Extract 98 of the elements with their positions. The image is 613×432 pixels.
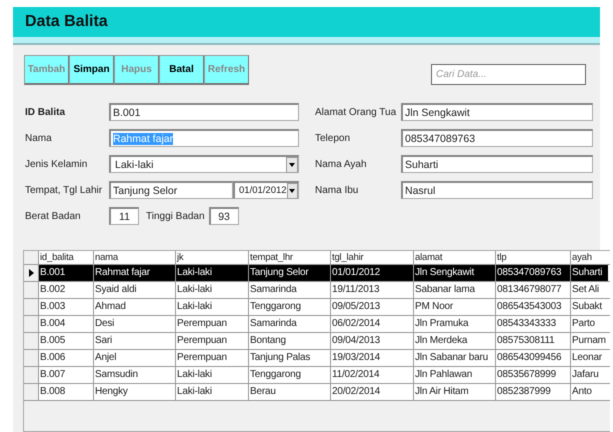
- table-cell: Perempuan: [175, 316, 248, 332]
- column-header[interactable]: ayah: [570, 251, 608, 264]
- table-cell: Set Ali: [570, 282, 608, 298]
- table-cell: Jln Sengkawit: [413, 265, 495, 281]
- table-cell: 086543543003: [495, 299, 570, 315]
- table-cell: B.001: [38, 265, 93, 281]
- field-label: ID Balita: [25, 106, 66, 118]
- table-cell: Ahmad: [93, 299, 175, 315]
- table-cell: 20/02/2014: [330, 384, 413, 400]
- table-cell: Jln Pahlawan: [413, 367, 495, 383]
- table-cell: Sari: [93, 333, 175, 349]
- table-cell: 11/02/2014: [330, 367, 413, 383]
- table-cell: B.002: [38, 282, 93, 298]
- table-cell: Desi: [93, 316, 175, 332]
- table-cell: Tenggarong: [248, 299, 330, 315]
- table-cell: 19/11/2013: [330, 282, 413, 298]
- toolbar-button[interactable]: Simpan: [69, 55, 114, 85]
- date-picker[interactable]: 01/01/2012: [233, 181, 299, 199]
- table-cell: 086543099456: [495, 350, 570, 366]
- table-cell: Hengky: [93, 384, 175, 400]
- row-selector[interactable]: [24, 265, 38, 281]
- table-cell: Anto: [570, 384, 608, 400]
- row-pointer-icon: [28, 269, 34, 277]
- field-label: Nama Ayah: [315, 158, 368, 170]
- table-cell: Jln Sabanar baru: [413, 350, 495, 366]
- text-field[interactable]: 085347089763: [401, 129, 593, 147]
- column-header[interactable]: tgl_lahir: [330, 251, 413, 264]
- table-cell: 09/04/2013: [330, 333, 413, 349]
- table-cell: 01/01/2012: [330, 265, 413, 281]
- table-cell: Perempuan: [175, 333, 248, 349]
- table-cell: Samarinda: [248, 282, 330, 298]
- dropdown[interactable]: Laki-laki: [109, 155, 299, 173]
- table-cell: Jln Air Hitam: [413, 384, 495, 400]
- table-cell: Subakt: [570, 299, 608, 315]
- table-cell: Laki-laki: [175, 282, 248, 298]
- table-cell: B.006: [38, 350, 93, 366]
- table-cell: Tanjung Selor: [248, 265, 330, 281]
- window-title: Data Balita: [25, 13, 108, 31]
- table-cell: Parto: [570, 316, 608, 332]
- table-cell: Berau: [248, 384, 330, 400]
- table-cell: Samarinda: [248, 316, 330, 332]
- table-cell: 08575308111: [495, 333, 570, 349]
- table-cell: B.007: [38, 367, 93, 383]
- field-label: Tinggi Badan: [146, 210, 205, 222]
- table-cell: Samsudin: [93, 367, 175, 383]
- table-cell: 08535678999: [495, 367, 570, 383]
- table-cell: 081346798077: [495, 282, 570, 298]
- table-cell: B.005: [38, 333, 93, 349]
- table-cell: Leonar: [570, 350, 608, 366]
- table-cell: Sabanar lama: [413, 282, 495, 298]
- text-field[interactable]: Jln Sengkawit: [401, 103, 593, 121]
- table-cell: Laki-laki: [175, 367, 248, 383]
- field-label: Nama: [25, 132, 53, 144]
- column-header[interactable]: tlp: [495, 251, 570, 264]
- table-cell: Suharti: [570, 265, 608, 281]
- field-label: Berat Badan: [25, 210, 82, 222]
- table-cell: Purnam: [570, 333, 608, 349]
- text-field[interactable]: Suharti: [401, 155, 593, 173]
- table-cell: Syaid aldi: [93, 282, 175, 298]
- search-field[interactable]: Cari Data...: [431, 64, 586, 84]
- field-label: Nama Ibu: [315, 184, 360, 196]
- table-cell: B.004: [38, 316, 93, 332]
- table-cell: 085347089763: [495, 265, 570, 281]
- table-cell: 06/02/2014: [330, 316, 413, 332]
- table-cell: B.003: [38, 299, 93, 315]
- text-field[interactable]: Tanjung Selor: [109, 181, 233, 199]
- field-label: Jenis Kelamin: [25, 158, 88, 170]
- table-cell: B.008: [38, 384, 93, 400]
- column-header[interactable]: nama: [93, 251, 175, 264]
- column-header[interactable]: id_balita: [38, 251, 93, 264]
- column-header[interactable]: alamat: [413, 251, 495, 264]
- toolbar-button[interactable]: Batal: [159, 55, 204, 85]
- table-cell: 19/03/2014: [330, 350, 413, 366]
- field-label: Alamat Orang Tua: [315, 106, 398, 118]
- table-cell: PM Noor: [413, 299, 495, 315]
- table-cell: Bontang: [248, 333, 330, 349]
- column-header[interactable]: jk: [175, 251, 248, 264]
- table-cell: 0852387999: [495, 384, 570, 400]
- field-label: Telepon: [315, 132, 352, 144]
- table-cell: Rahmat fajar: [93, 265, 175, 281]
- table-cell: Laki-laki: [175, 384, 248, 400]
- table-cell: 08543343333: [495, 316, 570, 332]
- table-cell: 09/05/2013: [330, 299, 413, 315]
- number-field[interactable]: 11: [109, 207, 139, 225]
- table-cell: Tanjung Palas: [248, 350, 330, 366]
- text-field[interactable]: B.001: [109, 103, 299, 121]
- table-cell: Jafaru: [570, 367, 608, 383]
- table-cell: Jln Merdeka: [413, 333, 495, 349]
- table-cell: Perempuan: [175, 350, 248, 366]
- table-cell: Laki-laki: [175, 265, 248, 281]
- table-cell: Laki-laki: [175, 299, 248, 315]
- table-cell: Anjel: [93, 350, 175, 366]
- table-cell: Tenggarong: [248, 367, 330, 383]
- field-label: Tempat, Tgl Lahir: [25, 184, 104, 196]
- table-cell: Jln Pramuka: [413, 316, 495, 332]
- number-field[interactable]: 93: [208, 207, 239, 225]
- text-field[interactable]: Nasrul: [401, 181, 593, 199]
- column-header[interactable]: tempat_lhr: [248, 251, 330, 264]
